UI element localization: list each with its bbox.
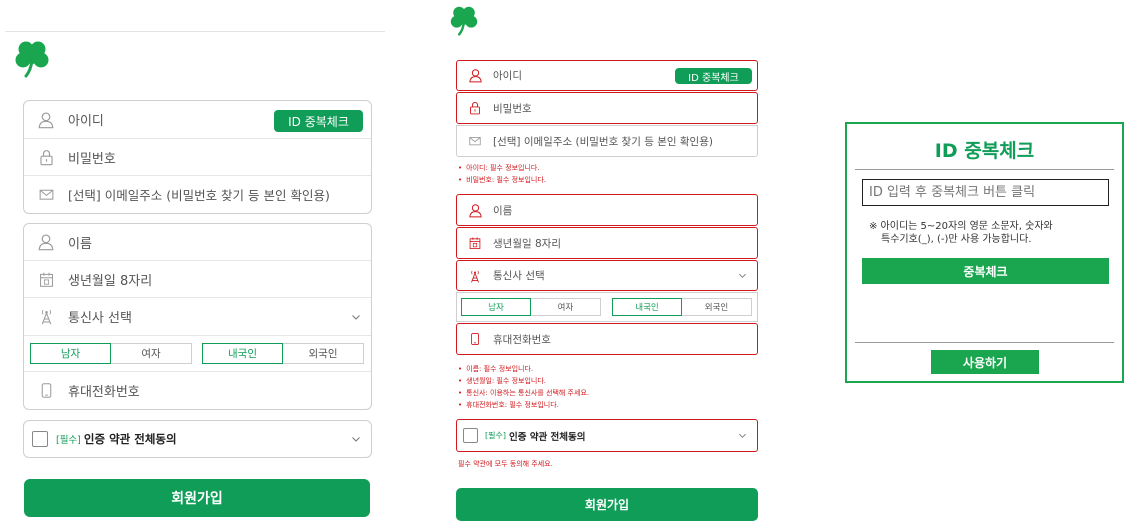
terms-label: 인증 약관 전체동의 — [83, 432, 177, 446]
phone-row[interactable]: 휴대전화번호 — [24, 372, 371, 409]
user-icon — [24, 233, 68, 251]
nation-foreign-option[interactable]: 외국인 — [682, 298, 752, 316]
chevron-down-icon — [351, 312, 361, 322]
error-message: 생년월일: 필수 정보입니다. — [456, 375, 589, 387]
terms-row-error[interactable]: [필수] 인증 약관 전체동의 — [456, 419, 758, 452]
account-group: 아이디 ID 중복체크 비밀번호 [선택] 이메일주소 (비밀번호 찾기 등 본… — [23, 100, 372, 214]
antenna-icon — [24, 308, 68, 325]
error-message: 비밀번호: 필수 정보입니다. — [456, 174, 546, 186]
id-check-button[interactable]: ID 중복체크 — [675, 68, 752, 84]
phone-input[interactable]: 휴대전화번호 — [68, 381, 140, 400]
terms-label: 인증 약관 전체동의 — [508, 431, 586, 443]
envelope-icon — [457, 134, 493, 148]
nation-toggle: 내국인 외국인 — [202, 343, 364, 364]
password-input[interactable]: 비밀번호 — [493, 101, 532, 116]
carrier-select[interactable]: 통신사 선택 — [24, 298, 371, 336]
password-row[interactable]: 비밀번호 — [24, 139, 371, 176]
carrier-select-label: 통신사 선택 — [68, 311, 132, 326]
antenna-icon — [457, 269, 493, 283]
modal-title: ID 중복체크 — [934, 140, 1035, 162]
identity-error-list: 이름: 필수 정보입니다. 생년월일: 필수 정보입니다. 통신사: 이용하는 … — [456, 363, 589, 411]
birth-input[interactable]: 생년월일 8자리 — [493, 236, 561, 251]
phone-input[interactable]: 휴대전화번호 — [493, 332, 551, 347]
calendar-icon — [24, 271, 68, 288]
modal-check-button[interactable]: 중복체크 — [862, 258, 1109, 284]
email-input[interactable]: [선택] 이메일주소 (비밀번호 찾기 등 본인 확인용) — [68, 185, 330, 204]
terms-row[interactable]: [필수] 인증 약관 전체동의 — [23, 420, 372, 458]
lock-icon — [457, 101, 493, 115]
email-row[interactable]: [선택] 이메일주소 (비밀번호 찾기 등 본인 확인용) — [24, 176, 371, 213]
signup-submit-button[interactable]: 회원가입 — [456, 488, 758, 521]
account-error-list: 아이디: 필수 정보입니다. 비밀번호: 필수 정보입니다. — [456, 162, 546, 186]
gender-toggle: 남자 여자 — [461, 298, 601, 316]
modal-divider — [855, 342, 1114, 343]
phone-icon — [457, 332, 493, 346]
gender-nation-row: 남자 여자 내국인 외국인 — [24, 336, 371, 372]
calendar-icon — [457, 236, 493, 250]
modal-divider — [855, 169, 1114, 170]
password-input[interactable]: 비밀번호 — [68, 148, 116, 167]
modal-use-button[interactable]: 사용하기 — [931, 350, 1039, 374]
gender-female-option[interactable]: 여자 — [111, 343, 192, 364]
birth-row[interactable]: 생년월일 8자리 — [24, 261, 371, 298]
name-row-error[interactable]: 이름 — [456, 194, 758, 226]
gender-toggle: 남자 여자 — [30, 343, 192, 364]
email-row[interactable]: [선택] 이메일주소 (비밀번호 찾기 등 본인 확인용) — [456, 125, 758, 157]
name-row[interactable]: 이름 — [24, 224, 371, 261]
clover-logo-icon — [12, 38, 52, 78]
id-input[interactable]: 아이디 — [68, 110, 104, 129]
user-icon — [457, 203, 493, 218]
name-input[interactable]: 이름 — [493, 203, 512, 218]
error-message: 휴대전화번호: 필수 정보입니다. — [456, 399, 589, 411]
modal-note-line: ※ 아이디는 5~20자의 영문 소문자, 숫자와 — [869, 221, 1053, 232]
envelope-icon — [24, 186, 68, 203]
error-message: 통신사: 이용하는 통신사를 선택해 주세요. — [456, 387, 589, 399]
id-input[interactable]: 아이디 — [493, 68, 522, 83]
carrier-select-label: 통신사 선택 — [493, 270, 545, 282]
error-message: 이름: 필수 정보입니다. — [456, 363, 589, 375]
clover-logo-icon — [448, 4, 480, 36]
nation-domestic-option[interactable]: 내국인 — [612, 298, 682, 316]
lock-icon — [24, 149, 68, 166]
birth-row-error[interactable]: 생년월일 8자리 — [456, 227, 758, 259]
id-check-button[interactable]: ID 중복체크 — [274, 110, 363, 132]
terms-required-tag: [필수] — [56, 435, 81, 446]
user-icon — [24, 111, 68, 129]
nation-foreign-option[interactable]: 외국인 — [283, 343, 364, 364]
chevron-down-icon[interactable] — [351, 434, 361, 444]
nation-toggle: 내국인 외국인 — [612, 298, 752, 316]
chevron-down-icon[interactable] — [738, 431, 747, 440]
gender-male-option[interactable]: 남자 — [30, 343, 111, 364]
email-input[interactable]: [선택] 이메일주소 (비밀번호 찾기 등 본인 확인용) — [493, 134, 713, 149]
modal-note: ※ 아이디는 5~20자의 영문 소문자, 숫자와 특수기호(_), (-)만 … — [869, 220, 1053, 246]
gender-male-option[interactable]: 남자 — [461, 298, 531, 316]
terms-required-tag: [필수] — [485, 431, 506, 440]
terms-checkbox[interactable] — [32, 431, 48, 447]
chevron-down-icon — [738, 271, 747, 280]
terms-error-message: 필수 약관에 모두 동의해 주세요. — [458, 460, 553, 468]
error-message: 아이디: 필수 정보입니다. — [456, 162, 546, 174]
carrier-select-error[interactable]: 통신사 선택 — [456, 260, 758, 291]
nation-domestic-option[interactable]: 내국인 — [202, 343, 283, 364]
terms-checkbox[interactable] — [463, 428, 478, 443]
modal-note-line: 특수기호(_), (-)만 사용 가능합니다. — [881, 234, 1032, 245]
gender-female-option[interactable]: 여자 — [531, 298, 601, 316]
modal-id-input[interactable] — [862, 179, 1109, 206]
password-row-error[interactable]: 비밀번호 — [456, 92, 758, 124]
header-divider — [5, 31, 385, 32]
phone-row-error[interactable]: 휴대전화번호 — [456, 323, 758, 355]
phone-icon — [24, 382, 68, 399]
name-input[interactable]: 이름 — [68, 233, 92, 252]
id-row[interactable]: 아이디 ID 중복체크 — [24, 101, 371, 139]
user-icon — [457, 68, 493, 83]
id-check-modal: ID 중복체크 ※ 아이디는 5~20자의 영문 소문자, 숫자와 특수기호(_… — [845, 122, 1124, 383]
identity-group: 이름 생년월일 8자리 통신사 선택 남자 여자 내국인 외국인 휴대전화번호 — [23, 223, 372, 410]
id-row-error[interactable]: 아이디 ID 중복체크 — [456, 60, 758, 91]
signup-submit-button[interactable]: 회원가입 — [24, 479, 370, 517]
gender-nation-row: 남자 여자 내국인 외국인 — [456, 292, 758, 322]
birth-input[interactable]: 생년월일 8자리 — [68, 270, 152, 289]
